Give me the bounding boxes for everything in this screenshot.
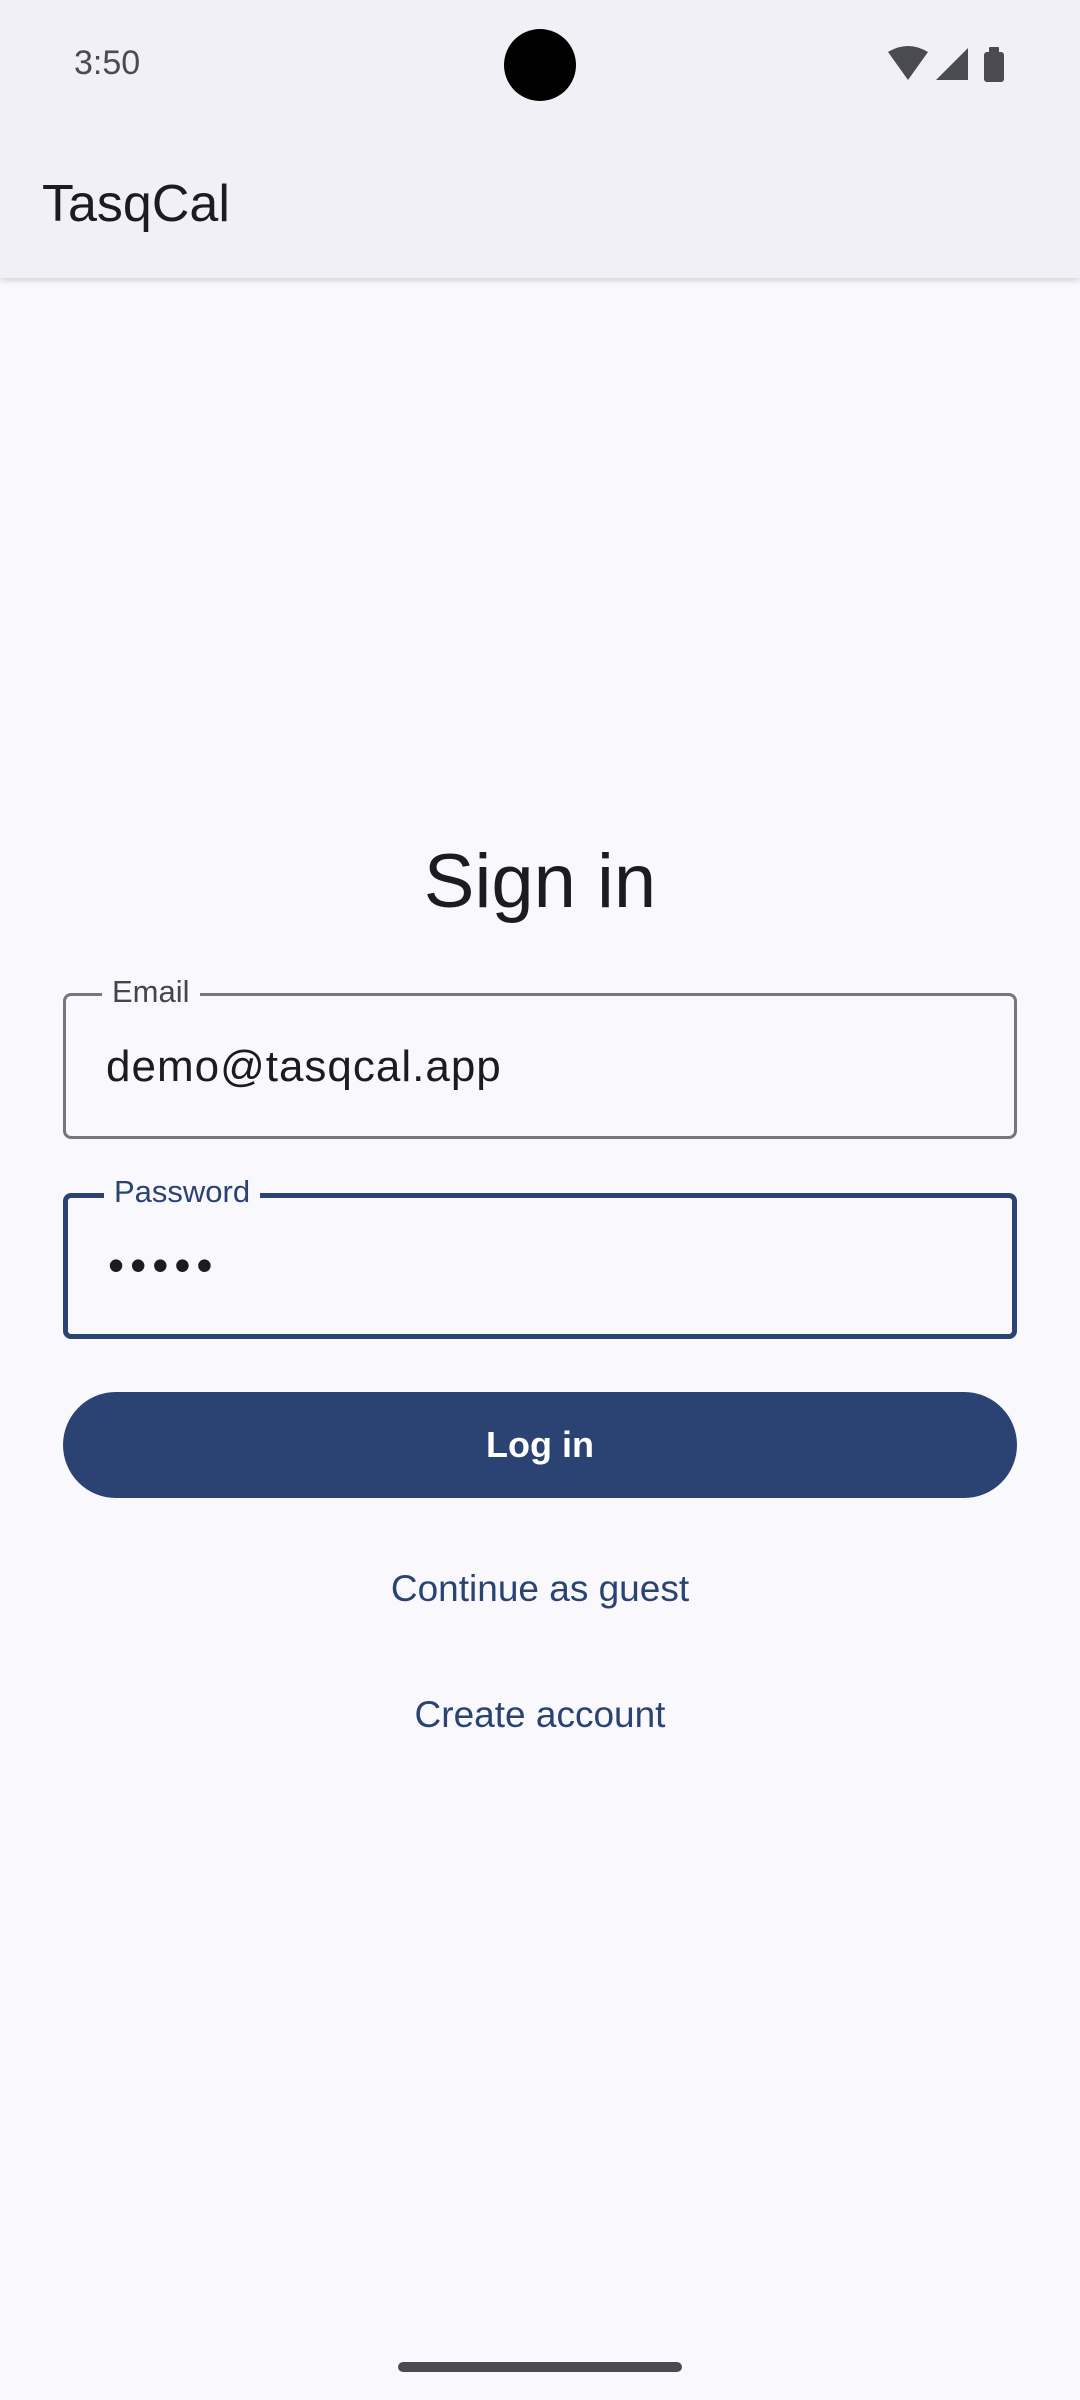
status-time: 3:50 [74, 44, 141, 82]
camera-cutout [504, 29, 576, 101]
login-button-label: Log in [486, 1424, 594, 1465]
battery-icon [984, 47, 1004, 82]
home-indicator[interactable] [398, 2362, 682, 2372]
email-field[interactable]: Email demo@tasqcal.app [63, 974, 1017, 1139]
status-bar: 3:50 [0, 0, 1080, 130]
continue-as-guest-link[interactable]: Continue as guest [0, 1568, 1080, 1610]
email-value[interactable]: demo@tasqcal.app [106, 1042, 502, 1092]
status-icons [888, 46, 1008, 86]
password-label: Password [104, 1174, 261, 1210]
email-label: Email [102, 974, 200, 1010]
app-bar: TasqCal [0, 130, 1080, 278]
login-button[interactable]: Log in [63, 1392, 1017, 1498]
signal-icon [936, 48, 968, 80]
sign-in-screen: 3:50 TasqCal Sign in Email demo@tasqcal.… [0, 0, 1080, 2400]
app-title: TasqCal [42, 175, 230, 233]
wifi-icon [888, 46, 928, 80]
password-field[interactable]: Password ••••• [63, 1174, 1017, 1339]
password-value[interactable]: ••••• [108, 1238, 219, 1292]
create-account-link[interactable]: Create account [0, 1694, 1080, 1736]
page-title: Sign in [423, 839, 657, 924]
